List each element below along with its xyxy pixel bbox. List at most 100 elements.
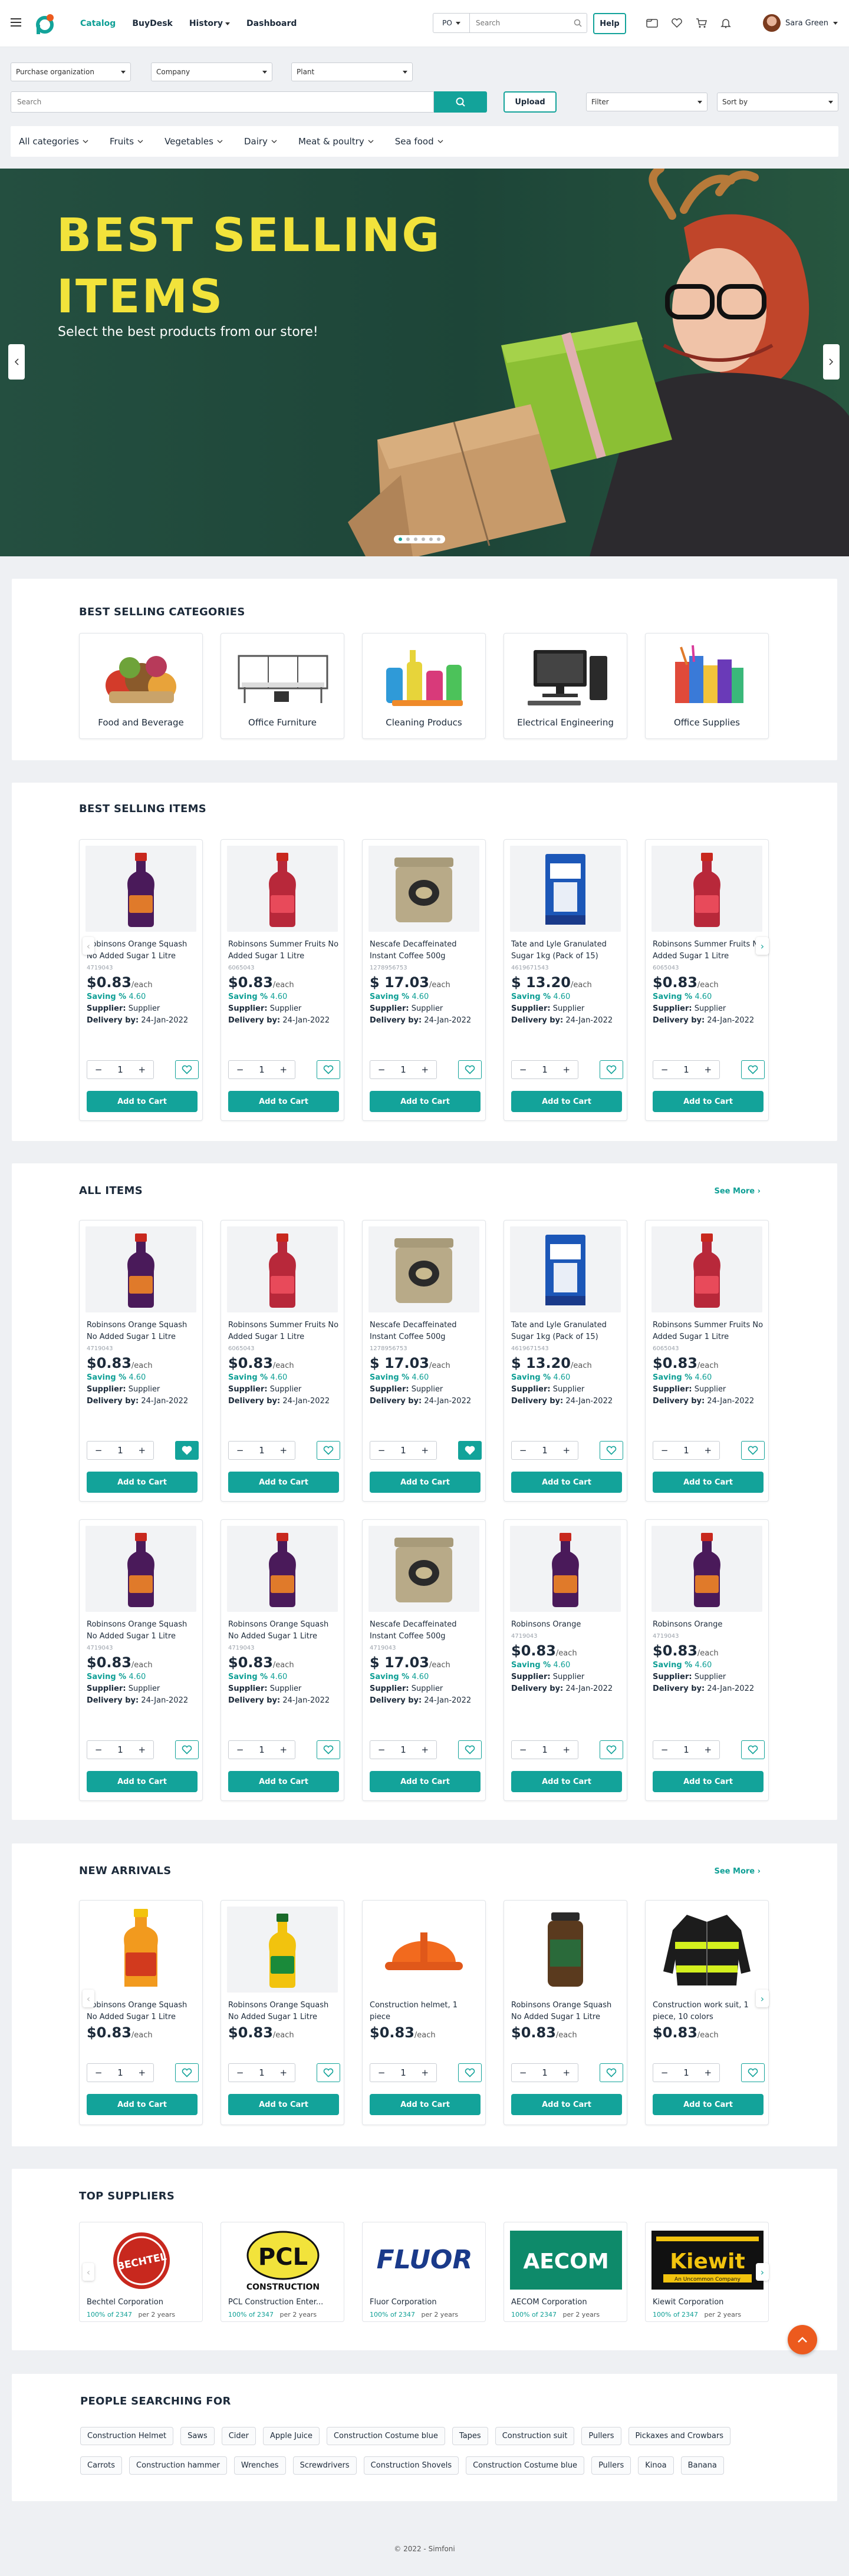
carousel-next-button[interactable]: › xyxy=(756,2263,769,2281)
product-name[interactable]: Robinsons Orange 4719043 $0.83/each Saving … xyxy=(653,1619,764,1695)
product-card[interactable]: Nescafe Decaffeinated Instant Coffee 500… xyxy=(362,1519,486,1801)
add-to-cart-button[interactable]: Add to Cart xyxy=(370,1771,481,1792)
product-card[interactable]: Robinsons Orange Squash No Added Sugar 1… xyxy=(221,1900,344,2125)
add-to-cart-button[interactable]: Add to Cart xyxy=(228,1091,339,1112)
category-tab-fruits[interactable]: Fruits xyxy=(110,136,143,147)
product-name[interactable]: Nescafe Decaffeinated Instant Coffee 500… xyxy=(370,1320,481,1407)
product-card[interactable]: Robinsons Orange Squash No Added Sugar 1… xyxy=(79,1900,203,2125)
nav-history[interactable]: History xyxy=(189,19,231,28)
carousel-prev-button[interactable]: ‹ xyxy=(83,1990,94,2007)
supplier-card[interactable]: AECOM AECOM Corporation 100% of 2347 per… xyxy=(504,2222,627,2322)
increment-button[interactable]: + xyxy=(139,1744,146,1755)
add-to-cart-button[interactable]: Add to Cart xyxy=(511,1771,622,1792)
product-card[interactable]: Construction helmet, 1 piece $0.83/each − 1… xyxy=(362,1900,486,2125)
wishlist-button[interactable] xyxy=(741,2063,765,2082)
add-to-cart-button[interactable]: Add to Cart xyxy=(87,2094,198,2115)
nav-buydesk[interactable]: BuyDesk xyxy=(132,19,173,28)
wishlist-button[interactable] xyxy=(458,1740,482,1759)
search-chip[interactable]: Saws xyxy=(180,2427,215,2445)
add-to-cart-button[interactable]: Add to Cart xyxy=(653,1091,764,1112)
quantity-stepper[interactable]: − 1 + xyxy=(653,1740,720,1759)
product-name[interactable]: Construction helmet, 1 piece $0.83/each xyxy=(370,2000,481,2041)
quantity-stepper[interactable]: − 1 + xyxy=(653,2063,720,2082)
decrement-button[interactable]: − xyxy=(95,2067,103,2078)
wishlist-button[interactable] xyxy=(600,1060,623,1079)
increment-button[interactable]: + xyxy=(705,1445,712,1456)
decrement-button[interactable]: − xyxy=(236,1744,244,1755)
quantity-stepper[interactable]: − 1 + xyxy=(370,1740,437,1759)
product-card[interactable]: Robinsons Summer Fruits No Added Sugar 1… xyxy=(645,839,769,1121)
category-card[interactable]: Cleaning Producs xyxy=(362,633,486,739)
wishlist-button[interactable] xyxy=(317,1060,340,1079)
quantity-stepper[interactable]: − 1 + xyxy=(87,1740,154,1759)
category-card[interactable]: Office Furniture xyxy=(221,633,344,739)
quantity-value[interactable]: 1 xyxy=(117,1064,123,1075)
wishlist-button[interactable] xyxy=(741,1740,765,1759)
category-tab-dairy[interactable]: Dairy xyxy=(244,136,277,147)
quantity-stepper[interactable]: − 1 + xyxy=(370,1060,437,1079)
wishlist-button[interactable] xyxy=(175,1441,199,1460)
banner-next-button[interactable] xyxy=(823,344,840,380)
quantity-stepper[interactable]: − 1 + xyxy=(87,1060,154,1079)
category-tab-seafood[interactable]: Sea food xyxy=(395,136,443,147)
decrement-button[interactable]: − xyxy=(519,1445,527,1456)
product-card[interactable]: Nescafe Decaffeinated Instant Coffee 500… xyxy=(362,839,486,1121)
add-to-cart-button[interactable]: Add to Cart xyxy=(228,2094,339,2115)
upload-button[interactable]: Upload xyxy=(504,91,557,113)
banner-dot[interactable] xyxy=(437,537,440,541)
quantity-value[interactable]: 1 xyxy=(542,2067,548,2078)
product-name[interactable]: Construction work suit, 1 piece, 10 colo… xyxy=(653,2000,764,2041)
banner-prev-button[interactable] xyxy=(8,344,25,380)
wishlist-button[interactable] xyxy=(317,1740,340,1759)
carousel-next-button[interactable]: › xyxy=(756,937,769,955)
add-to-cart-button[interactable]: Add to Cart xyxy=(653,2094,764,2115)
category-card[interactable]: Food and Beverage xyxy=(79,633,203,739)
carousel-prev-button[interactable]: ‹ xyxy=(83,937,94,955)
category-tab-all[interactable]: All categories xyxy=(19,136,88,147)
wishlist-button[interactable] xyxy=(600,2063,623,2082)
search-chip[interactable]: Construction Shovels xyxy=(363,2456,459,2475)
decrement-button[interactable]: − xyxy=(661,1064,669,1075)
decrement-button[interactable]: − xyxy=(236,1445,244,1456)
decrement-button[interactable]: − xyxy=(519,1744,527,1755)
add-to-cart-button[interactable]: Add to Cart xyxy=(87,1472,198,1493)
catalog-search-button[interactable] xyxy=(434,91,487,113)
increment-button[interactable]: + xyxy=(563,1064,571,1075)
wishlist-button[interactable] xyxy=(175,1740,199,1759)
search-chip[interactable]: Carrots xyxy=(80,2456,123,2475)
menu-icon[interactable] xyxy=(11,18,21,27)
help-button[interactable]: Help xyxy=(593,13,626,34)
decrement-button[interactable]: − xyxy=(378,2067,386,2078)
category-tab-vegetables[interactable]: Vegetables xyxy=(164,136,223,147)
header-search-input[interactable] xyxy=(470,19,574,27)
product-name[interactable]: Robinsons Orange Squash No Added Sugar 1… xyxy=(228,1619,339,1707)
wishlist-button[interactable] xyxy=(458,2063,482,2082)
category-card[interactable]: Office Supplies xyxy=(645,633,769,739)
search-chip[interactable]: Construction suit xyxy=(495,2427,575,2445)
quantity-stepper[interactable]: − 1 + xyxy=(511,1740,578,1759)
wishlist-button[interactable] xyxy=(175,1060,199,1079)
quantity-value[interactable]: 1 xyxy=(259,2067,265,2078)
banner-dot[interactable] xyxy=(422,537,425,541)
product-card[interactable]: Robinsons Orange 4719043 $0.83/each Saving … xyxy=(645,1519,769,1801)
quantity-value[interactable]: 1 xyxy=(259,1064,265,1075)
po-select[interactable]: PO xyxy=(433,14,470,32)
wishlist-button[interactable] xyxy=(458,1060,482,1079)
product-name[interactable]: Robinsons Orange Squash No Added Sugar 1… xyxy=(87,1619,198,1707)
quantity-value[interactable]: 1 xyxy=(259,1744,265,1755)
carousel-next-button[interactable]: › xyxy=(756,1990,769,2007)
quantity-stepper[interactable]: − 1 + xyxy=(653,1060,720,1079)
supplier-card[interactable]: Kiewit An Uncommon Company Kiewit Corpor… xyxy=(645,2222,769,2322)
product-name[interactable]: Tate and Lyle Granulated Sugar 1kg (Pack… xyxy=(511,1320,622,1407)
quantity-stepper[interactable]: − 1 + xyxy=(370,1441,437,1460)
purchase-org-select[interactable]: Purchase organization xyxy=(11,62,131,81)
quantity-value[interactable]: 1 xyxy=(400,2067,406,2078)
product-card[interactable]: Robinsons Orange 4719043 $0.83/each Saving … xyxy=(504,1519,627,1801)
increment-button[interactable]: + xyxy=(563,2067,571,2078)
product-card[interactable]: Robinsons Orange Squash No Added Sugar 1… xyxy=(504,1900,627,2125)
decrement-button[interactable]: − xyxy=(519,1064,527,1075)
search-chip[interactable]: Banana xyxy=(680,2456,724,2475)
decrement-button[interactable]: − xyxy=(661,2067,669,2078)
search-chip[interactable]: Construction Costume blue xyxy=(326,2427,445,2445)
decrement-button[interactable]: − xyxy=(95,1445,103,1456)
